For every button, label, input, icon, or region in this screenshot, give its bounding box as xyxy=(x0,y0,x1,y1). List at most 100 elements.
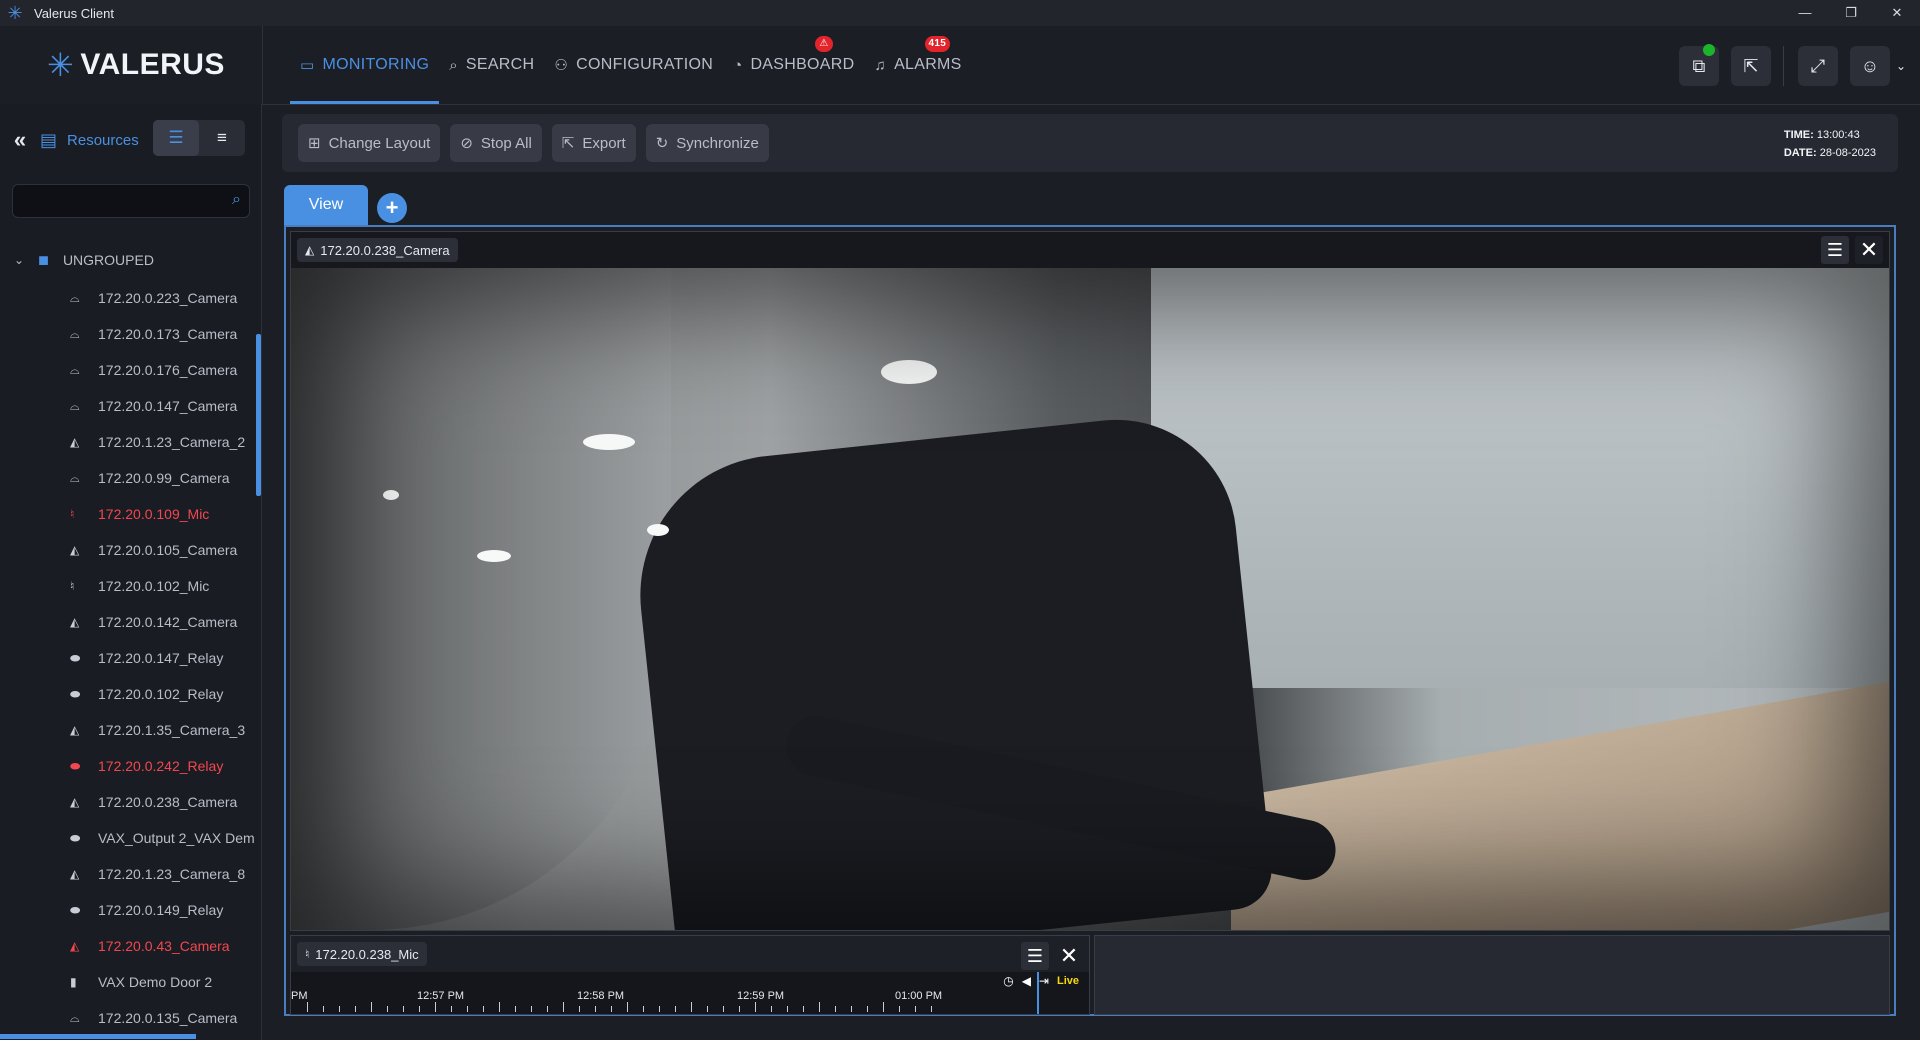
minimize-icon[interactable]: — xyxy=(1782,0,1828,26)
resource-item[interactable]: ◭ 172.20.0.105_Camera xyxy=(0,532,262,568)
bullet-camera-icon: ◭ xyxy=(70,867,80,881)
status-button[interactable]: ⧉ xyxy=(1678,44,1719,86)
resources-title: ▤ Resources xyxy=(40,130,139,151)
timer-icon[interactable]: ◷ xyxy=(1003,974,1013,988)
search-icon[interactable]: ⌕ xyxy=(232,191,241,209)
user-menu[interactable]: ☺ ⌄ xyxy=(1849,46,1906,86)
group-ungrouped[interactable]: ⌄ ■ UNGROUPED xyxy=(0,240,262,280)
timeline-tick xyxy=(451,1006,452,1012)
mic-icon: ♮ xyxy=(305,947,310,961)
search-input[interactable] xyxy=(13,185,213,217)
stop-all-button[interactable]: ⊘ Stop All xyxy=(450,124,542,162)
resource-item[interactable]: ⌓ 172.20.0.147_Camera xyxy=(0,388,262,424)
door-icon: ▮ xyxy=(70,975,77,989)
add-view-button[interactable]: + xyxy=(377,193,407,223)
mic-icon: ♮ xyxy=(70,507,75,521)
resource-item[interactable]: ◭ 172.20.0.142_Camera xyxy=(0,604,262,640)
restore-icon[interactable]: ❐ xyxy=(1828,0,1874,26)
list-view-icon[interactable]: ≡ xyxy=(199,120,245,156)
resource-item[interactable]: ⬬ 172.20.0.242_Relay xyxy=(0,748,262,784)
dome-camera-icon: ⌓ xyxy=(70,290,80,305)
timeline-tick xyxy=(611,1006,612,1012)
resource-item[interactable]: ◭ 172.20.0.43_Camera xyxy=(0,928,262,964)
stop-all-icon: ⊘ xyxy=(460,135,473,152)
window-titlebar: ✳ Valerus Client — ❐ ✕ xyxy=(0,0,1920,26)
toolbar-buttons: ⊞ Change Layout ⊘ Stop All ⇱ Export ↻ Synchr… xyxy=(298,124,779,162)
resource-item[interactable]: ◭ 172.20.1.23_Camera_2 xyxy=(0,424,262,460)
resource-item[interactable]: ⬬ 172.20.0.102_Relay xyxy=(0,676,262,712)
skip-to-end-icon[interactable]: ⇥ xyxy=(1039,974,1049,988)
nav-configuration[interactable]: ⚇ CONFIGURATION xyxy=(544,26,723,104)
nav-monitoring[interactable]: ▭ MONITORING xyxy=(290,26,440,104)
collapse-sidebar-icon[interactable]: « xyxy=(0,127,40,153)
timeline-tick xyxy=(435,1002,436,1012)
resource-label: 172.20.0.238_Camera xyxy=(98,794,238,810)
share-button[interactable]: ⇱ xyxy=(1730,46,1771,86)
fullscreen-button[interactable]: ⤢ xyxy=(1797,46,1838,86)
close-icon[interactable]: ✕ xyxy=(1055,942,1083,970)
resource-item[interactable]: ⬬ 172.20.0.149_Relay xyxy=(0,892,262,928)
button-label: Change Layout xyxy=(328,134,431,152)
timeline-tick xyxy=(723,1006,724,1012)
tree-scrollbar[interactable] xyxy=(256,334,261,496)
close-window-icon[interactable]: ✕ xyxy=(1874,0,1920,26)
resource-label: 172.20.0.147_Relay xyxy=(98,650,224,666)
resource-item[interactable]: ⌓ 172.20.0.135_Camera xyxy=(0,1000,262,1036)
nav-alarms[interactable]: ♫ ALARMS 415 xyxy=(865,26,972,104)
nav-label: SEARCH xyxy=(465,56,535,73)
play-back-icon[interactable]: ◀ xyxy=(1022,974,1031,988)
camera-tile[interactable]: ◭ 172.20.0.238_Camera ☰ ✕ xyxy=(290,231,1890,931)
timeline-tick xyxy=(467,1006,468,1012)
resource-item[interactable]: ◭ 172.20.1.35_Camera_3 xyxy=(0,712,262,748)
resource-item[interactable]: ◭ 172.20.0.238_Camera xyxy=(0,784,262,820)
export-icon: ⇱ xyxy=(561,135,575,152)
tile-title: ◭ 172.20.0.238_Camera xyxy=(297,238,458,262)
resource-item[interactable]: ♮ 172.20.0.102_Mic xyxy=(0,568,262,604)
tree-view-icon[interactable]: ☰ xyxy=(153,120,199,156)
change-layout-button[interactable]: ⊞ Change Layout xyxy=(298,124,441,162)
horizontal-scrollbar[interactable] xyxy=(0,1034,196,1039)
playback-timeline[interactable]: PM 12:57 PM 12:58 PM 12:59 PM 01:00 PM ◷… xyxy=(291,972,1089,1014)
nav-label: DASHBOARD xyxy=(750,56,855,73)
resource-item[interactable]: ⬬ 172.20.0.147_Relay xyxy=(0,640,262,676)
mic-icon: ♮ xyxy=(70,579,75,593)
tile-menu-icon[interactable]: ☰ xyxy=(1021,942,1049,970)
resource-item[interactable]: ⬬ VAX_Output 2_VAX Dem xyxy=(0,820,262,856)
resource-label: 172.20.1.35_Camera_3 xyxy=(98,722,246,738)
resource-item[interactable]: ♮ 172.20.0.109_Mic xyxy=(0,496,262,532)
resources-label: Resources xyxy=(67,131,139,149)
timeline-tick xyxy=(563,1002,564,1012)
export-button[interactable]: ⇱ Export xyxy=(551,124,636,162)
mic-tile[interactable]: ♮ 172.20.0.238_Mic ☰ ✕ PM 12:57 PM 12:58… xyxy=(290,935,1090,1015)
timeline-label: PM xyxy=(291,990,308,1002)
close-icon[interactable]: ✕ xyxy=(1855,236,1883,264)
nav-dashboard[interactable]: ◔ DASHBOARD ⚠ xyxy=(723,26,864,104)
empty-tile[interactable] xyxy=(1094,935,1890,1015)
chevron-down-icon[interactable]: ⌄ xyxy=(14,253,24,267)
live-indicator[interactable]: Live xyxy=(1057,975,1079,987)
resource-label: 172.20.0.147_Camera xyxy=(98,398,238,414)
resource-label: 172.20.0.102_Mic xyxy=(98,578,210,594)
button-label: Stop All xyxy=(480,134,532,152)
camera-video-feed[interactable] xyxy=(291,268,1889,930)
resource-item[interactable]: ⌓ 172.20.0.99_Camera xyxy=(0,460,262,496)
dashboard-warning-badge: ⚠ xyxy=(815,36,834,52)
timeline-ticks: PM 12:57 PM 12:58 PM 12:59 PM 01:00 PM xyxy=(291,984,1089,1014)
dome-camera-icon: ⌓ xyxy=(70,1010,80,1025)
resource-item[interactable]: ⌓ 172.20.0.176_Camera xyxy=(0,352,262,388)
dome-camera-icon: ⌓ xyxy=(70,362,80,377)
nav-search[interactable]: ⌕ SEARCH xyxy=(439,26,544,104)
divider xyxy=(262,26,263,104)
tile-menu-icon[interactable]: ☰ xyxy=(1821,236,1849,264)
tab-view[interactable]: View xyxy=(284,185,368,225)
synchronize-button[interactable]: ↻ Synchronize xyxy=(645,124,769,162)
resource-item[interactable]: ⌓ 172.20.0.223_Camera xyxy=(0,280,262,316)
resource-item[interactable]: ⌓ 172.20.0.173_Camera xyxy=(0,316,262,352)
resource-item[interactable]: ◭ 172.20.1.23_Camera_8 xyxy=(0,856,262,892)
timeline-tick xyxy=(883,1002,884,1012)
bell-icon: ♫ xyxy=(874,56,887,74)
user-avatar[interactable]: ☺ xyxy=(1849,46,1890,86)
relay-icon: ⬬ xyxy=(70,650,81,665)
timeline-tick xyxy=(499,1002,500,1012)
resource-item[interactable]: ▮ VAX Demo Door 2 xyxy=(0,964,262,1000)
